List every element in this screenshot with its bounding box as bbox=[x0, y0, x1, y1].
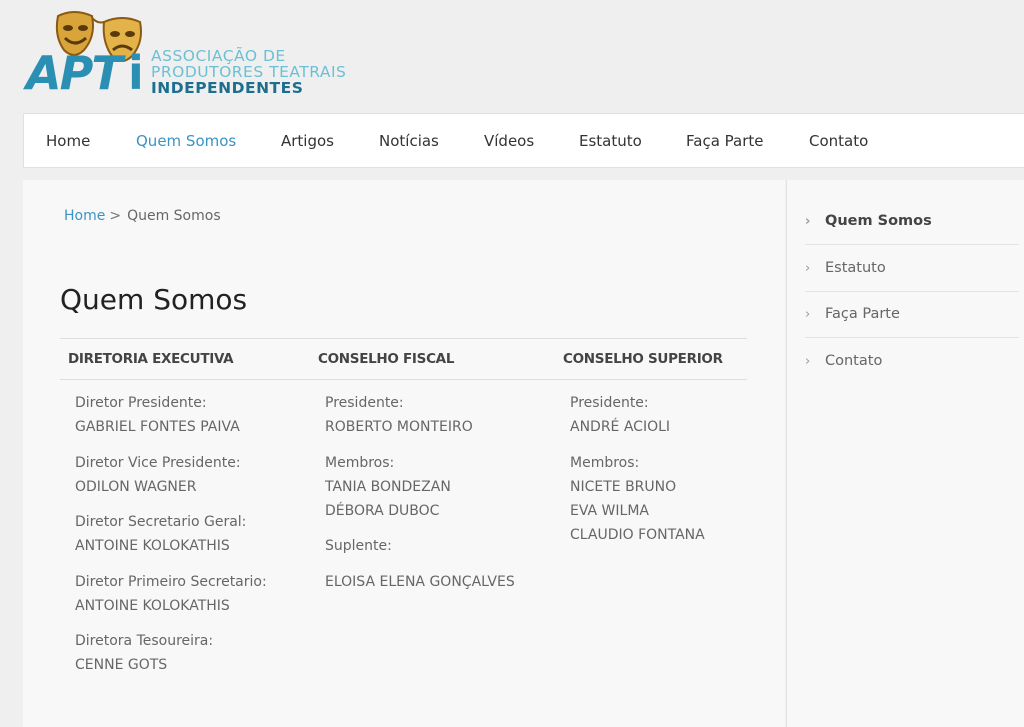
sidebar-item-label: Contato bbox=[825, 353, 883, 369]
sidebar: › Quem Somos › Estatuto › Faça Parte › Conta… bbox=[786, 180, 1024, 727]
header-conselho-superior: CONSELHO SUPERIOR bbox=[563, 351, 723, 367]
member-name: ROBERTO MONTEIRO bbox=[325, 419, 473, 435]
role-label: Diretor Primeiro Secretario: bbox=[75, 574, 267, 590]
nav-artigos[interactable]: Artigos bbox=[281, 114, 334, 169]
member-name: EVA WILMA bbox=[570, 503, 649, 519]
breadcrumb-separator: > bbox=[109, 208, 122, 224]
sidebar-item-label: Quem Somos bbox=[825, 213, 932, 229]
member-name: CLAUDIO FONTANA bbox=[570, 527, 705, 543]
member-name: ANTOINE KOLOKATHIS bbox=[75, 598, 230, 614]
sidebar-item-faca-parte[interactable]: › Faça Parte bbox=[805, 291, 1019, 338]
member-name: NICETE BRUNO bbox=[570, 479, 677, 495]
role-label: Membros: bbox=[570, 455, 640, 471]
nav-quem-somos[interactable]: Quem Somos bbox=[136, 114, 236, 169]
role-label: Membros: bbox=[325, 455, 395, 471]
member-name: ANDRÉ ACIOLI bbox=[570, 419, 671, 435]
member-name: CENNE GOTS bbox=[75, 657, 168, 673]
nav-faca-parte[interactable]: Faça Parte bbox=[686, 114, 764, 169]
breadcrumb-current: Quem Somos bbox=[127, 208, 221, 224]
role-label: Suplente: bbox=[325, 538, 392, 554]
member-name: TANIA BONDEZAN bbox=[325, 479, 451, 495]
main-nav: Home Quem Somos Artigos Notícias Vídeos … bbox=[23, 113, 1024, 168]
role-label: Presidente: bbox=[325, 395, 404, 411]
nav-estatuto[interactable]: Estatuto bbox=[579, 114, 642, 169]
header-conselho-fiscal: CONSELHO FISCAL bbox=[318, 351, 455, 367]
breadcrumb-home-link[interactable]: Home bbox=[64, 208, 105, 224]
member-name: ELOISA ELENA GONÇALVES bbox=[325, 574, 515, 590]
logo-abbreviation: APT bbox=[26, 46, 123, 100]
page-title: Quem Somos bbox=[60, 283, 248, 316]
sidebar-item-label: Estatuto bbox=[825, 260, 886, 276]
role-label: Diretor Presidente: bbox=[75, 395, 207, 411]
chevron-right-icon: › bbox=[805, 307, 811, 322]
logo-abbreviation-i: i bbox=[128, 46, 144, 100]
chevron-right-icon: › bbox=[805, 261, 811, 276]
sidebar-item-contato[interactable]: › Contato bbox=[805, 338, 1019, 385]
nav-videos[interactable]: Vídeos bbox=[484, 114, 534, 169]
member-name: ODILON WAGNER bbox=[75, 479, 197, 495]
board-table-header: DIRETORIA EXECUTIVA CONSELHO FISCAL CONS… bbox=[60, 338, 747, 380]
breadcrumb: Home > Quem Somos bbox=[64, 208, 221, 224]
role-label: Presidente: bbox=[570, 395, 649, 411]
sidebar-item-label: Faça Parte bbox=[825, 306, 900, 322]
header-diretoria-executiva: DIRETORIA EXECUTIVA bbox=[68, 351, 234, 367]
role-label: Diretor Vice Presidente: bbox=[75, 455, 241, 471]
member-name: DÉBORA DUBOC bbox=[325, 503, 440, 519]
sidebar-item-quem-somos[interactable]: › Quem Somos bbox=[805, 198, 1019, 245]
nav-noticias[interactable]: Notícias bbox=[379, 114, 439, 169]
nav-home[interactable]: Home bbox=[46, 114, 90, 169]
main-content: Home > Quem Somos Quem Somos DIRETORIA EXE… bbox=[23, 180, 785, 727]
chevron-right-icon: › bbox=[805, 354, 811, 369]
sidebar-item-estatuto[interactable]: › Estatuto bbox=[805, 245, 1019, 292]
chevron-right-icon: › bbox=[805, 214, 811, 229]
role-label: Diretora Tesoureira: bbox=[75, 633, 214, 649]
role-label: Diretor Secretario Geral: bbox=[75, 514, 247, 530]
logo-line-3: INDEPENDENTES bbox=[151, 79, 304, 97]
nav-contato[interactable]: Contato bbox=[809, 114, 868, 169]
site-header: APT i ASSOCIAÇÃO DE PRODUTORES TEATRAIS … bbox=[0, 0, 1024, 112]
apti-logo[interactable]: APT i ASSOCIAÇÃO DE PRODUTORES TEATRAIS … bbox=[26, 10, 366, 100]
member-name: GABRIEL FONTES PAIVA bbox=[75, 419, 240, 435]
member-name: ANTOINE KOLOKATHIS bbox=[75, 538, 230, 554]
